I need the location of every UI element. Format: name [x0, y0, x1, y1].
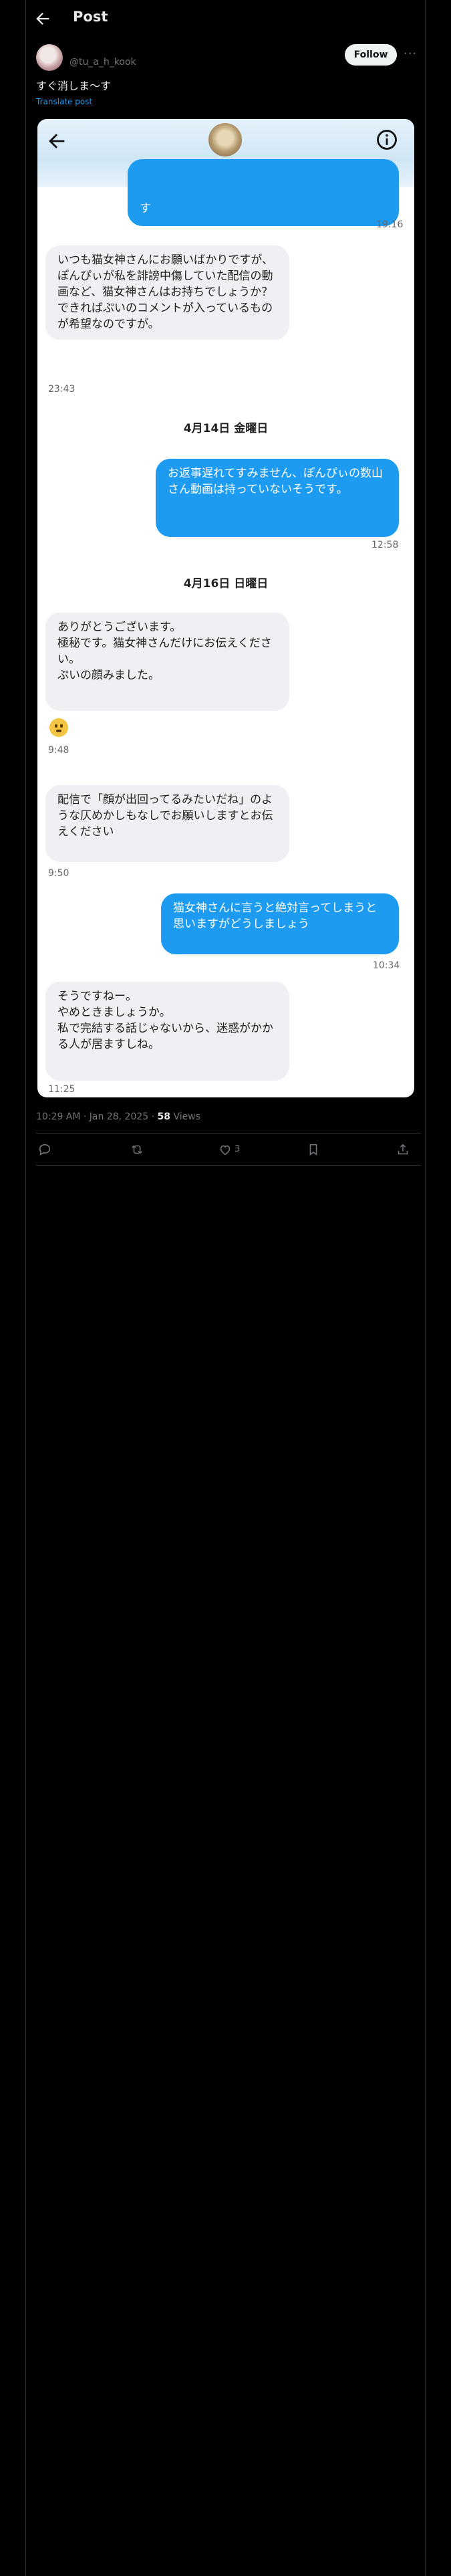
page-title: Post	[73, 9, 108, 25]
date-divider: 4月16日 日曜日	[183, 577, 269, 591]
view-count: 58	[157, 1111, 171, 1122]
message-text: 配信で「顔が出回ってるみたいだね」のような仄めかしもなしでお願いしますとお伝えく…	[57, 793, 273, 839]
right-divider	[425, 0, 426, 2576]
post-meta: 10:29 AM · Jan 28, 2025 · 58 Views	[36, 1111, 200, 1122]
message-text: そうですねー。 やめときましょうか。 私で完結する話じゃないから、迷惑がかかる人…	[57, 990, 273, 1051]
info-icon	[377, 130, 397, 150]
message-time: 12:58	[371, 540, 399, 550]
translate-post-link[interactable]: Translate post	[36, 97, 92, 106]
date-divider: 4月14日 金曜日	[183, 422, 269, 435]
chat-avatar	[208, 123, 242, 156]
post-author: @tu_a_h_kook Follow ···	[36, 44, 424, 71]
message-time: 23:43	[48, 384, 76, 395]
chat-bubble-received: 配信で「顔が出回ってるみたいだね」のような仄めかしもなしでお願いしますとお伝えく…	[45, 785, 289, 862]
message-text: ありがとうございます。 極秘です。猫女神さんだけにお伝えください。 ぷいの顔みま…	[57, 621, 272, 682]
chat-bubble-sent: お返事遅れてすみません、ぽんぴぃの数山さん動画は持っていないそうです。	[156, 459, 399, 537]
post-timestamp[interactable]: 10:29 AM · Jan 28, 2025 ·	[36, 1111, 158, 1122]
chat-back-arrow-icon	[49, 134, 65, 148]
back-arrow-icon[interactable]	[33, 9, 52, 28]
message-time: 9:48	[48, 745, 69, 756]
author-handle[interactable]: @tu_a_h_kook	[69, 57, 136, 68]
left-divider	[25, 0, 26, 2576]
chat-bubble-received: いつも猫女神さんにお願いばかりですが、ぽんぴぃが私を誹謗中傷していた配信の動画な…	[45, 245, 289, 340]
chat-bubble-received: ありがとうございます。 極秘です。猫女神さんだけにお伝えください。 ぷいの顔みま…	[45, 613, 289, 711]
repost-icon[interactable]	[130, 1142, 144, 1157]
top-bar: Post	[0, 0, 451, 37]
message-text: いつも猫女神さんにお願いばかりですが、ぽんぴぃが私を誹謗中傷していた配信の動画な…	[57, 253, 273, 331]
like-icon[interactable]	[218, 1142, 233, 1157]
avatar[interactable]	[36, 44, 63, 71]
views-label: Views	[170, 1111, 200, 1122]
chat-bubble-received: そうですねー。 やめときましょうか。 私で完結する話じゃないから、迷惑がかかる人…	[45, 982, 289, 1081]
share-icon[interactable]	[396, 1142, 410, 1157]
worried-face-icon	[49, 718, 68, 737]
like-count: 3	[235, 1144, 241, 1154]
chat-bubble-sent: 猫女神さんに言うと絶対言ってしまうと思いますがどうしましょう	[161, 893, 399, 954]
divider	[36, 1165, 421, 1166]
message-time: 19:16	[376, 219, 404, 230]
post-actions: 3	[36, 1141, 421, 1160]
message-time: 9:50	[48, 868, 69, 879]
attached-image[interactable]: テルテルてるっ子 す 19:16 いつも猫女神さんにお願いばかりですが、ぽんぴぃ…	[37, 119, 414, 1097]
post-text: すぐ消しま〜す	[36, 80, 112, 92]
more-options-icon[interactable]: ···	[404, 47, 417, 61]
divider	[36, 1133, 421, 1134]
follow-button[interactable]: Follow	[345, 44, 397, 66]
message-time: 10:34	[373, 960, 400, 971]
message-time: 11:25	[48, 1084, 76, 1095]
reply-icon[interactable]	[37, 1142, 52, 1157]
bookmark-icon[interactable]	[306, 1142, 321, 1157]
chat-bubble-sent: す	[128, 159, 399, 226]
